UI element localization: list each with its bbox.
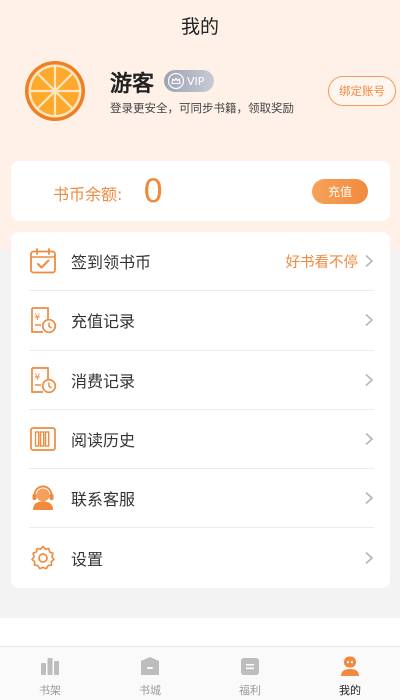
tab-bookstore[interactable]: 书城 [100,647,200,700]
menu-item-reading-history[interactable]: 阅读历史 [29,410,374,470]
bottom-tab-bar: 书架 书城 福利 我的 [0,646,400,700]
menu-item-label: 阅读历史 [71,431,136,451]
books-icon [30,427,56,451]
chevron-right-icon [365,492,374,505]
menu-item-settings[interactable]: 设置 [29,528,374,587]
page-title: 我的 [180,15,219,38]
login-hint: 登录更安全，可同步书籍，领取奖励 [110,101,294,115]
chevron-right-icon [365,552,374,565]
welfare-icon [241,658,259,675]
menu-item-label: 充值记录 [71,312,136,332]
receipt-clock-icon: ¥ [31,366,57,393]
tab-label: 书架 [39,684,61,697]
username: 游客 [110,72,155,97]
svg-text:¥: ¥ [35,313,41,323]
svg-text:¥: ¥ [35,373,41,383]
menu-item-label: 联系客服 [71,490,136,510]
profile-section: 游客 VIP 登录更安全，可同步书籍，领取奖励 绑定账号 [24,58,396,128]
tab-welfare[interactable]: 福利 [200,647,300,700]
menu-item-checkin[interactable]: 签到领书币 好书看不停 [29,232,374,292]
headset-icon [32,485,54,511]
recharge-button[interactable]: 充值 [312,179,368,204]
coin-balance-value: 0 [143,172,164,210]
user-icon [341,656,359,676]
vip-badge: VIP [164,70,214,92]
menu-item-recharge-records[interactable]: ¥ 充值记录 [29,291,374,351]
coin-balance-card: 书币余额: 0 充值 [11,161,390,221]
tab-label: 福利 [239,684,261,697]
tab-mine[interactable]: 我的 [300,647,400,700]
content-bottom-spacer [0,618,400,646]
menu-item-customer-service[interactable]: 联系客服 [29,469,374,529]
tab-label: 我的 [339,684,361,697]
chevron-right-icon [365,255,374,268]
chevron-right-icon [365,432,374,446]
menu-item-label: 设置 [71,550,104,570]
vip-label: VIP [187,74,205,88]
menu-item-promo: 好书看不停 [285,254,359,271]
crown-icon [168,73,184,89]
top-bar: 我的 [0,0,400,50]
bookstore-icon [141,657,159,675]
receipt-clock-icon: ¥ [31,307,57,334]
orange-avatar-icon[interactable] [24,60,86,122]
menu-item-label: 签到领书币 [71,253,152,273]
tab-label: 书城 [139,684,161,697]
gear-icon [31,545,55,570]
calendar-check-icon [30,248,56,274]
chevron-right-icon [365,314,374,327]
tab-bookshelf[interactable]: 书架 [0,647,100,700]
bind-account-button[interactable]: 绑定账号 [328,76,396,106]
menu-item-label: 消费记录 [71,371,136,391]
menu-item-spending-records[interactable]: ¥ 消费记录 [29,351,374,410]
bookshelf-icon [41,658,59,675]
coin-balance-label: 书币余额: [53,185,123,204]
chevron-right-icon [365,373,374,386]
menu-list: 签到领书币 好书看不停 ¥ 充值记录 ¥ 消费记录 阅读历史 联系客服 设置 [11,232,390,588]
